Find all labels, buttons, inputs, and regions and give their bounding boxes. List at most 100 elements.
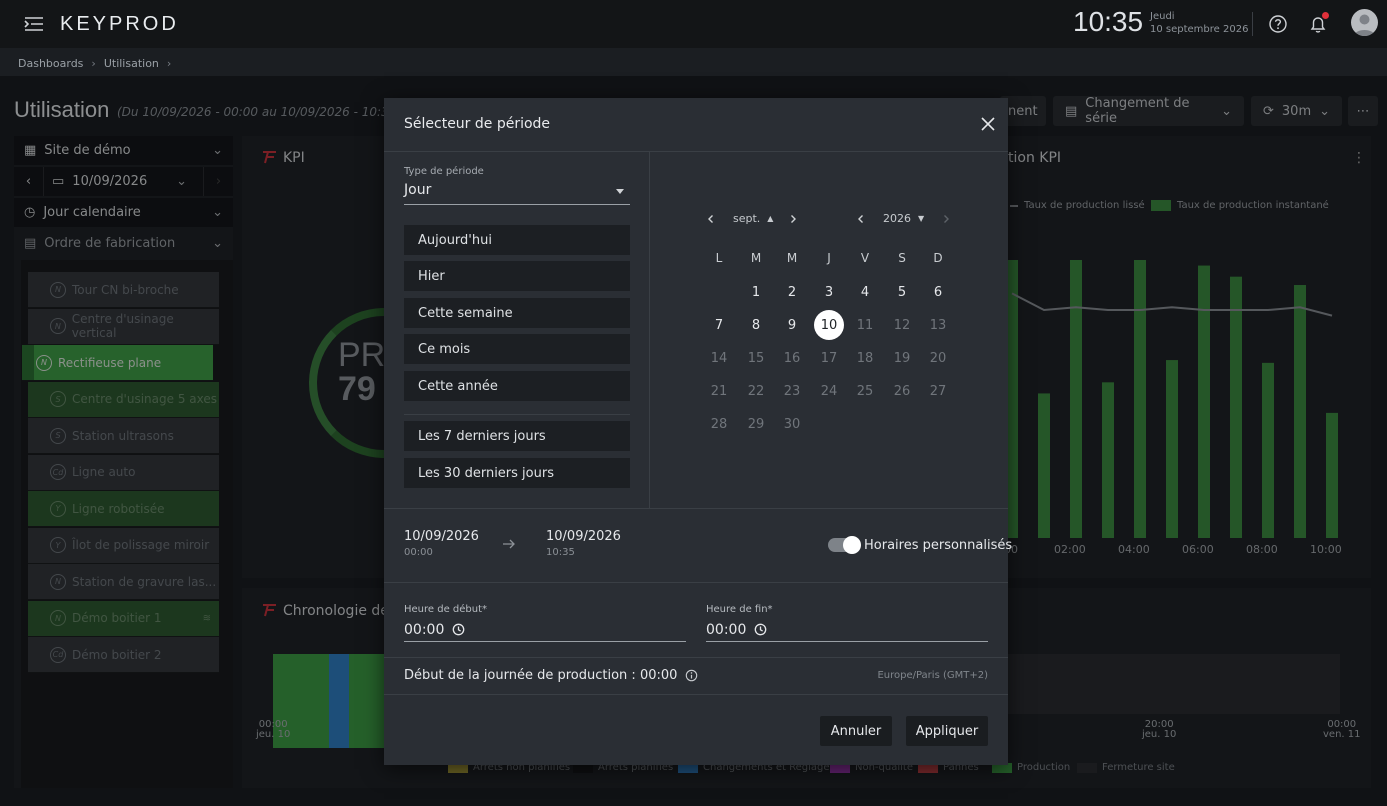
production-day-start-text: Début de la journée de production : 00:0… [404, 668, 678, 683]
calendar-day: 13 [929, 317, 947, 333]
calendar-day: 19 [893, 350, 911, 366]
dropdown-arrow-icon [616, 189, 624, 194]
calendar-day[interactable]: 8 [741, 310, 771, 340]
breadcrumb: Dashboards › Utilisation › [18, 55, 171, 71]
year-label: 2026 [883, 212, 911, 225]
clock-date: Jeudi 10 septembre 2026 [1150, 10, 1248, 36]
preset-this-week[interactable]: Cette semaine [404, 298, 630, 328]
production-day-start: Début de la journée de production : 00:0… [404, 668, 698, 683]
close-icon[interactable] [980, 116, 996, 132]
calendar-day: 17 [820, 350, 838, 366]
calendar-day: 11 [856, 317, 874, 333]
preset-yesterday[interactable]: Hier [404, 261, 630, 291]
logo[interactable]: KEYPROD [60, 10, 179, 38]
month-label: sept. [733, 212, 761, 225]
start-hour-input[interactable]: 00:00 [404, 618, 686, 642]
preset-this-month[interactable]: Ce mois [404, 334, 630, 364]
breadcrumb-dashboards[interactable]: Dashboards [18, 57, 83, 70]
chevron-right-icon: › [166, 56, 172, 70]
calendar-day: 29 [747, 417, 765, 433]
calendar-day[interactable]: 9 [777, 310, 807, 340]
end-hour-label: Heure de fin* [706, 604, 773, 615]
divider [384, 151, 1008, 152]
calendar-day: 28 [710, 417, 728, 433]
cancel-button[interactable]: Annuler [820, 716, 892, 746]
calendar-day[interactable]: 5 [887, 277, 917, 307]
clock-day: Jeudi [1150, 11, 1175, 22]
help-icon[interactable] [1267, 13, 1289, 35]
clock-icon[interactable] [754, 623, 767, 636]
dialog-title: Sélecteur de période [404, 116, 551, 132]
weekday-header: J [827, 251, 831, 265]
caret-up-icon: ▲ [767, 214, 774, 223]
period-type-value: Jour [404, 182, 432, 198]
calendar-day: 27 [929, 384, 947, 400]
custom-hours-toggle[interactable] [828, 536, 861, 554]
calendar-day-selected[interactable]: 10 [814, 310, 844, 341]
calendar-day: 25 [856, 384, 874, 400]
start-hour-value: 00:00 [404, 621, 445, 638]
user-icon [1354, 14, 1375, 36]
range-start-time: 00:00 [404, 547, 433, 558]
arrow-right-icon [503, 539, 515, 549]
weekday-header: L [715, 251, 723, 265]
year-select[interactable]: 2026 ▼ [883, 212, 924, 225]
toggle-knob [843, 536, 861, 554]
period-type-label: Type de période [404, 166, 484, 177]
calendar-day: 23 [783, 384, 801, 400]
calendar-day: 21 [710, 384, 728, 400]
top-bar: KEYPROD 10:35 Jeudi 10 septembre 2026 [0, 0, 1387, 48]
clock-icon[interactable] [452, 623, 465, 636]
start-hour-label: Heure de début* [404, 604, 488, 615]
next-month-icon[interactable] [788, 214, 798, 224]
range-end-time: 10:35 [546, 547, 575, 558]
custom-hours-label: Horaires personnalisés [864, 538, 1013, 553]
month-select[interactable]: sept. ▲ [733, 212, 773, 225]
next-year-icon[interactable] [941, 214, 951, 224]
divider [384, 657, 1008, 658]
timezone-label: Europe/Paris (GMT+2) [877, 670, 988, 681]
calendar-day: 16 [783, 350, 801, 366]
calendar-day: 14 [710, 350, 728, 366]
calendar-day: 20 [929, 350, 947, 366]
caret-down-icon: ▼ [918, 214, 925, 223]
preset-last-30-days[interactable]: Les 30 derniers jours [404, 458, 630, 488]
calendar-day[interactable]: 2 [777, 277, 807, 307]
clock-full-date: 10 septembre 2026 [1150, 24, 1249, 35]
calendar-day: 24 [820, 384, 838, 400]
calendar-day[interactable]: 7 [704, 310, 734, 340]
breadcrumb-utilisation[interactable]: Utilisation [104, 57, 159, 70]
calendar-day[interactable]: 4 [850, 277, 880, 307]
avatar[interactable] [1351, 9, 1378, 36]
divider [384, 508, 1008, 509]
clock: 10:35 [1073, 6, 1144, 37]
apply-button[interactable]: Appliquer [906, 716, 988, 746]
period-selector-dialog: Sélecteur de période Type de période Jou… [384, 98, 1012, 765]
period-type-select[interactable]: Jour [404, 182, 630, 205]
logo-text: KEYPROD [60, 12, 179, 35]
preset-last-7-days[interactable]: Les 7 derniers jours [404, 421, 630, 451]
preset-this-year[interactable]: Cette année [404, 371, 630, 401]
calendar-day[interactable]: 1 [741, 277, 771, 307]
calendar-day[interactable]: 6 [923, 277, 953, 307]
range-start-date: 10/09/2026 [404, 529, 479, 544]
chevron-right-icon: › [91, 56, 96, 70]
calendar-day: 22 [747, 384, 765, 400]
calendar-day: 15 [747, 350, 765, 366]
menu-icon[interactable] [22, 13, 46, 35]
info-icon[interactable] [685, 669, 698, 682]
calendar-day: 26 [893, 384, 911, 400]
calendar-day: 30 [783, 417, 801, 433]
preset-today[interactable]: Aujourd'hui [404, 225, 630, 255]
divider [404, 414, 630, 415]
calendar-day: 18 [856, 350, 874, 366]
weekday-header: M [750, 251, 762, 265]
divider [384, 582, 1008, 583]
weekday-header: S [898, 251, 906, 265]
prev-year-icon[interactable] [856, 214, 866, 224]
calendar-day[interactable]: 3 [814, 277, 844, 307]
divider [384, 694, 1008, 695]
end-hour-input[interactable]: 00:00 [706, 618, 988, 642]
divider [649, 151, 650, 508]
prev-month-icon[interactable] [706, 214, 716, 224]
